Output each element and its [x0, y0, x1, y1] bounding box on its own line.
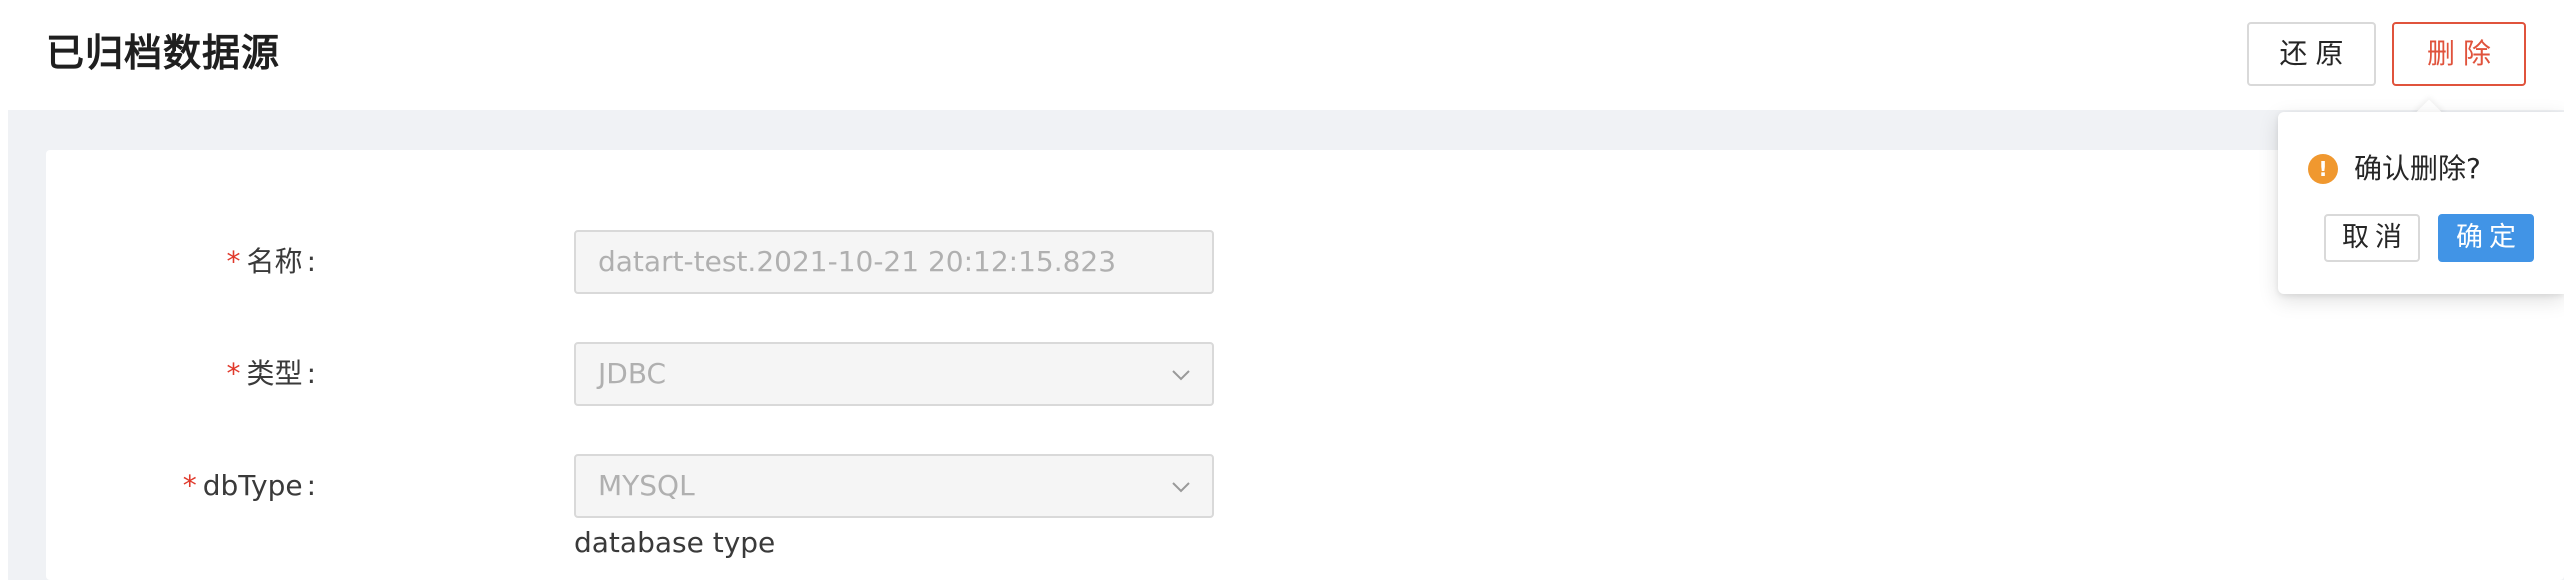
form-row-type: * 类型: JDBC	[46, 342, 1346, 408]
label-colon: :	[306, 245, 316, 278]
type-label: 类型	[246, 357, 303, 390]
form-label-type: * 类型:	[227, 342, 316, 406]
name-input[interactable]: datart-test.2021-10-21 20:12:15.823	[574, 230, 1214, 294]
label-colon: :	[306, 469, 316, 502]
name-label: 名称	[246, 245, 303, 278]
dbtype-select-value: MYSQL	[598, 469, 695, 502]
delete-popconfirm: ! 确认删除? 取消 确定	[2278, 112, 2564, 294]
chevron-down-icon	[1172, 370, 1190, 381]
required-mark: *	[226, 245, 241, 278]
page-header: 已归档数据源	[8, 0, 2564, 110]
dbtype-label: dbType	[202, 469, 303, 502]
dbtype-help-text: database type	[574, 526, 776, 559]
chevron-down-icon	[1172, 482, 1190, 493]
type-select-value: JDBC	[598, 357, 667, 390]
page: 已归档数据源 * 名称: datart-test.2021-10-21 20:12…	[0, 0, 2564, 580]
dbtype-select[interactable]: MYSQL	[574, 454, 1214, 518]
required-mark: *	[226, 357, 241, 390]
form-row-name: * 名称: datart-test.2021-10-21 20:12:15.823	[46, 230, 1346, 296]
exclamation-circle-icon: !	[2308, 154, 2338, 184]
page-title: 已归档数据源	[46, 31, 281, 75]
left-strip	[0, 110, 8, 580]
popconfirm-message: 确认删除?	[2354, 152, 2481, 185]
delete-button[interactable]: 删除	[2392, 22, 2526, 86]
form-row-dbtype: * dbType: MYSQL database type	[46, 454, 1346, 564]
form-card: * 名称: datart-test.2021-10-21 20:12:15.823…	[46, 150, 2564, 580]
popconfirm-cancel-button[interactable]: 取消	[2324, 214, 2420, 262]
type-select[interactable]: JDBC	[574, 342, 1214, 406]
required-mark: *	[182, 469, 197, 502]
form-label-name: * 名称:	[227, 230, 316, 294]
form-label-dbtype: * dbType:	[183, 454, 316, 518]
popconfirm-ok-button[interactable]: 确定	[2438, 214, 2534, 262]
restore-button[interactable]: 还原	[2247, 22, 2376, 86]
label-colon: :	[306, 357, 316, 390]
